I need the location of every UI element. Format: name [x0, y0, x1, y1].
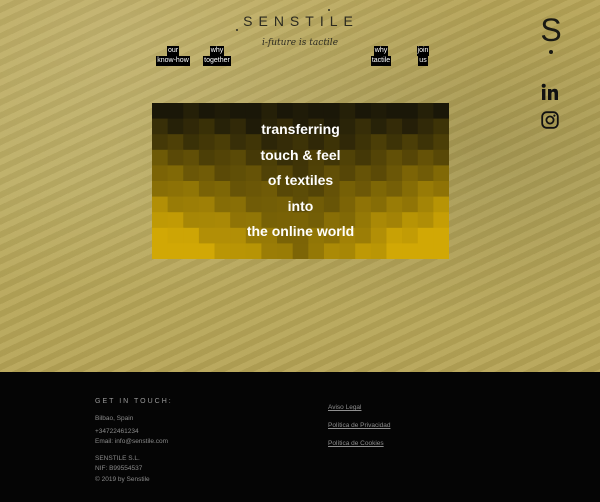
nav-why-together[interactable]: why together [198, 46, 236, 66]
hero-line-4: into [287, 197, 314, 214]
hero-line-2: touch & feel [260, 146, 341, 163]
hero-background: SENSTILE i-future is tactile our know-ho… [0, 0, 600, 372]
footer: GET IN TOUCH: Bilbao, Spain +34722461234… [0, 372, 600, 502]
nav-why-line1: why [209, 46, 225, 56]
nav-whytactile-line2: tactile [370, 56, 392, 66]
side-brand-dot [549, 50, 553, 54]
linkedin-icon[interactable] [541, 83, 559, 101]
nav-join-line2: us [418, 56, 428, 66]
nav-why-tactile[interactable]: why tactile [365, 46, 397, 66]
senstile-logo[interactable]: SENSTILE [231, 8, 371, 34]
footer-copyright: © 2019 by Senstile [95, 476, 150, 483]
footer-link-cookies[interactable]: Política de Cookies [328, 439, 384, 449]
footer-company: SENSTILE S.L. [95, 455, 140, 462]
nav-why-line2: together [203, 56, 231, 66]
footer-email[interactable]: Email: info@senstile.com [95, 437, 168, 447]
side-brand-icon[interactable]: S [540, 14, 562, 54]
hero-line-1: transferring [261, 121, 340, 138]
footer-heading: GET IN TOUCH: [95, 398, 173, 405]
hero-line-3: of textiles [267, 172, 334, 189]
tagline: i-future is tactile [261, 38, 339, 48]
hero-mosaic-panel: transferring touch & feel of textiles in… [152, 103, 449, 259]
nav-whytactile-line1: why [373, 46, 389, 56]
hero-line-5: the online world [246, 223, 355, 240]
logo-dot-bottom [236, 29, 238, 31]
hero-text-block: transferring touch & feel of textiles in… [152, 103, 449, 259]
instagram-icon[interactable] [541, 111, 559, 129]
logo-dot-top [328, 9, 330, 11]
footer-address: Bilbao, Spain [95, 415, 134, 422]
nav-our-line2: know-how [156, 56, 190, 66]
nav-our-know-how[interactable]: our know-how [153, 46, 193, 66]
nav-join-us[interactable]: join us [410, 46, 436, 66]
footer-link-privacy[interactable]: Política de Privacidad [328, 421, 391, 431]
nav-join-line1: join [416, 46, 430, 56]
footer-nif: NIF: B99554537 [95, 465, 143, 472]
footer-phone[interactable]: +34722461234 [95, 427, 139, 437]
footer-link-legal[interactable]: Aviso Legal [328, 403, 362, 413]
nav-our-line1: our [166, 46, 180, 56]
side-brand-letter: S [540, 12, 562, 48]
